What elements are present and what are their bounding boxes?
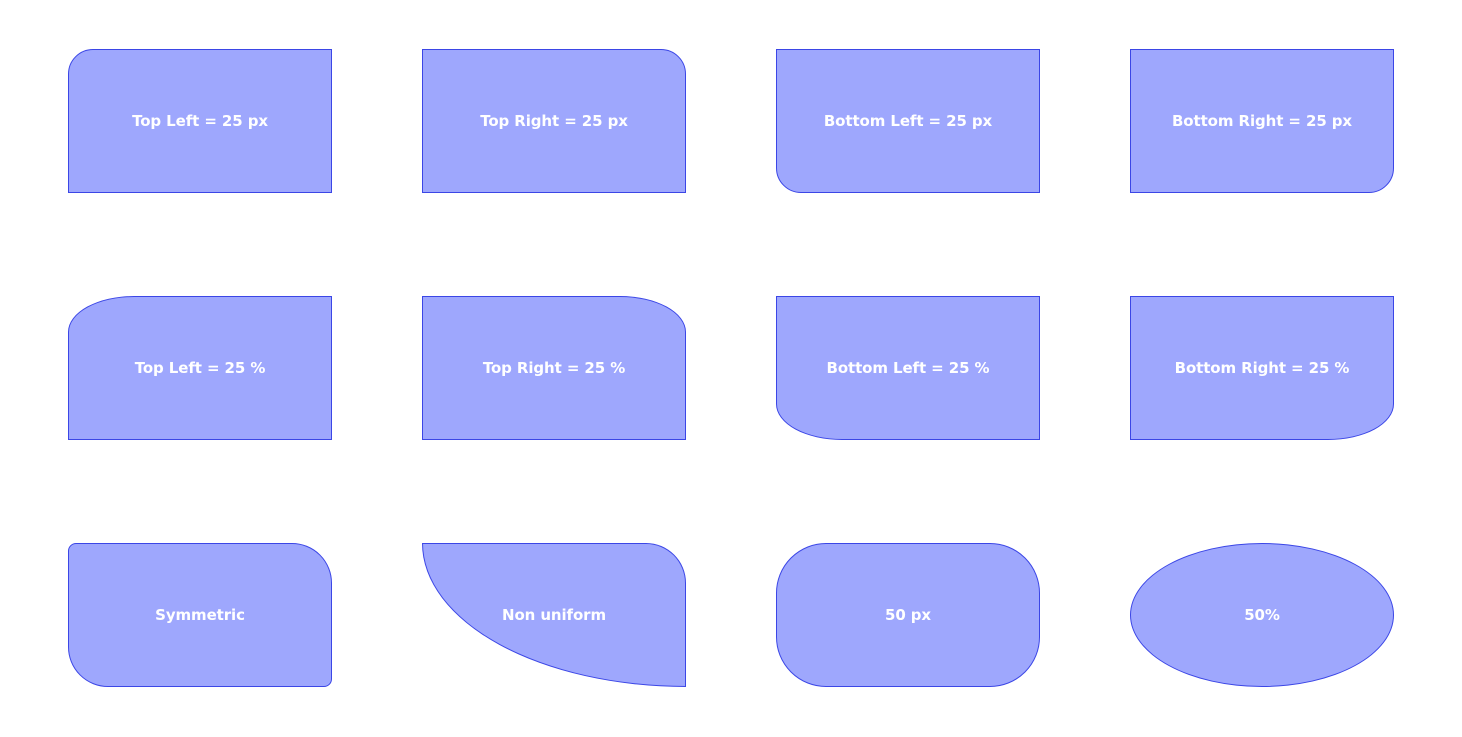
box-label: Bottom Right = 25 px — [1171, 112, 1353, 130]
box-label: 50 px — [884, 606, 931, 624]
box-label: Bottom Left = 25 px — [823, 112, 993, 130]
box-label: Top Right = 25 % — [482, 359, 626, 377]
box-label: Top Right = 25 px — [480, 112, 628, 130]
box-label: Non uniform — [501, 606, 607, 624]
box-label: Symmetric — [155, 606, 245, 624]
box-top-left-25-percent: Top Left = 25 % — [68, 296, 332, 440]
box-label: Bottom Right = 25 % — [1174, 359, 1350, 377]
box-label: 50% — [1244, 606, 1280, 624]
box-top-left-25px: Top Left = 25 px — [68, 49, 332, 193]
box-label: Top Left = 25 % — [134, 359, 266, 377]
box-bottom-left-25-percent: Bottom Left = 25 % — [776, 296, 1040, 440]
box-50-percent: 50% — [1130, 543, 1394, 687]
box-bottom-left-25px: Bottom Left = 25 px — [776, 49, 1040, 193]
box-label: Bottom Left = 25 % — [826, 359, 990, 377]
box-symmetric: Symmetric — [68, 543, 332, 687]
box-bottom-right-25px: Bottom Right = 25 px — [1130, 49, 1394, 193]
border-radius-examples-grid: Top Left = 25 px Top Right = 25 px Botto… — [68, 49, 1394, 687]
box-non-uniform: Non uniform — [422, 543, 686, 687]
box-top-right-25-percent: Top Right = 25 % — [422, 296, 686, 440]
box-50px: 50 px — [776, 543, 1040, 687]
box-label: Top Left = 25 px — [132, 112, 268, 130]
box-top-right-25px: Top Right = 25 px — [422, 49, 686, 193]
box-bottom-right-25-percent: Bottom Right = 25 % — [1130, 296, 1394, 440]
